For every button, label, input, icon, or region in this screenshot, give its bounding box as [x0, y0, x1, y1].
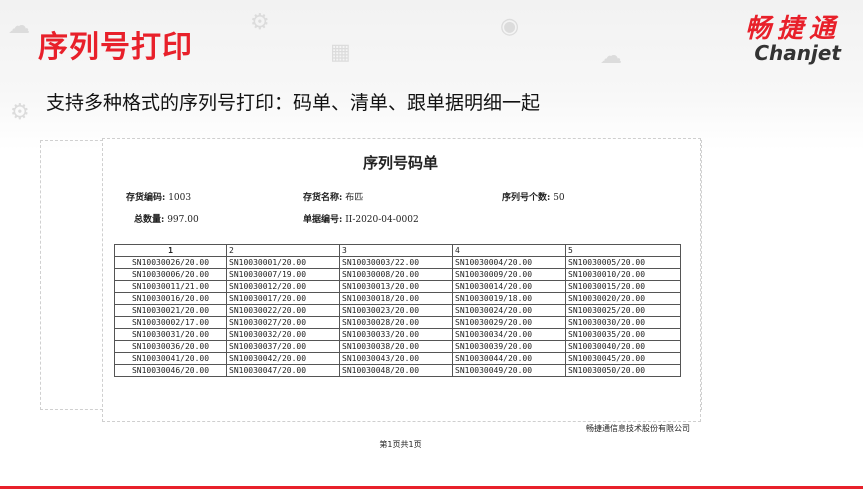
serial-cell: SN10030016/20.00 — [114, 292, 227, 305]
serial-cell: SN10030040/20.00 — [565, 340, 681, 353]
column-header: 2 — [226, 244, 340, 257]
serial-cell: SN10030022/20.00 — [226, 304, 340, 317]
serial-cell: SN10030044/20.00 — [452, 352, 566, 365]
column-header: 5 — [565, 244, 681, 257]
serial-cell: SN10030047/20.00 — [226, 364, 340, 377]
serial-count-value: 50 — [553, 193, 565, 203]
bottom-accent-line — [0, 486, 863, 489]
serial-cell: SN10030049/20.00 — [452, 364, 566, 377]
serial-cell: SN10030032/20.00 — [226, 328, 340, 341]
table-row: SN10030016/20.00 SN10030017/20.00 SN100300… — [114, 292, 681, 305]
logo-cn: 畅捷通 — [744, 14, 841, 44]
serial-cell: SN10030025/20.00 — [565, 304, 681, 317]
doc-no-label: 单据编号: — [303, 215, 343, 225]
serial-cell: SN10030030/20.00 — [565, 316, 681, 329]
cloud-icon: ☁ — [8, 14, 30, 39]
table-row: SN10030026/20.00 SN10030001/20.00 SN100300… — [114, 256, 681, 269]
serial-cell: SN10030008/20.00 — [339, 268, 453, 281]
serial-cell: SN10030004/20.00 — [452, 256, 566, 269]
table-row: SN10030002/17.00 SN10030027/20.00 SN100300… — [114, 316, 681, 329]
serial-cell: SN10030038/20.00 — [339, 340, 453, 353]
serial-cell: SN10030046/20.00 — [114, 364, 227, 377]
slide-subtitle: 支持多种格式的序列号打印：码单、清单、跟单据明细一起 — [46, 92, 541, 114]
table-header-row: 12345 — [114, 244, 681, 257]
table-row: SN10030006/20.00 SN10030007/19.00 SN100300… — [114, 268, 681, 281]
serial-cell: SN10030013/20.00 — [339, 280, 453, 293]
doc-no-value: II-2020-04-0002 — [345, 215, 419, 225]
table-row: SN10030011/21.00 SN10030012/20.00 SN100300… — [114, 280, 681, 293]
serial-cell: SN10030037/20.00 — [226, 340, 340, 353]
inventory-code-field: 存货编码: 1003 — [126, 190, 191, 203]
slide-title: 序列号打印 — [38, 30, 193, 65]
serial-cell: SN10030003/22.00 — [339, 256, 453, 269]
serial-cell: SN10030043/20.00 — [339, 352, 453, 365]
serial-number-table: 12345 SN10030026/20.00 SN10030001/20.00 SN… — [114, 244, 681, 377]
serial-cell: SN10030034/20.00 — [452, 328, 566, 341]
serial-cell: SN10030039/20.00 — [452, 340, 566, 353]
serial-cell: SN10030015/20.00 — [565, 280, 681, 293]
serial-cell: SN10030020/20.00 — [565, 292, 681, 305]
serial-cell: SN10030012/20.00 — [226, 280, 340, 293]
gear-icon: ⚙ — [250, 10, 270, 35]
column-header: 4 — [452, 244, 566, 257]
serial-cell: SN10030023/20.00 — [339, 304, 453, 317]
serial-count-field: 序列号个数: 50 — [502, 190, 565, 203]
total-qty-field: 总数量: 997.00 — [134, 212, 199, 225]
company-name: 畅捷通信息技术股份有限公司 — [586, 424, 690, 433]
table-row: SN10030046/20.00 SN10030047/20.00 SN100300… — [114, 364, 681, 377]
inventory-code-label: 存货编码: — [126, 193, 166, 203]
serial-cell: SN10030001/20.00 — [226, 256, 340, 269]
page-number: 第1页共1页 — [379, 440, 422, 449]
inventory-name-value: 布匹 — [345, 193, 364, 203]
inventory-code-value: 1003 — [168, 193, 192, 203]
inventory-name-label: 存货名称: — [303, 193, 343, 203]
serial-cell: SN10030042/20.00 — [226, 352, 340, 365]
serial-cell: SN10030002/17.00 — [114, 316, 227, 329]
serial-cell: SN10030028/20.00 — [339, 316, 453, 329]
serial-cell: SN10030011/21.00 — [114, 280, 227, 293]
serial-cell: SN10030017/20.00 — [226, 292, 340, 305]
serial-cell: SN10030050/20.00 — [565, 364, 681, 377]
serial-cell: SN10030026/20.00 — [114, 256, 227, 269]
cloud-icon: ☁ — [600, 44, 622, 69]
serial-cell: SN10030021/20.00 — [114, 304, 227, 317]
logo-en: Chanjet — [754, 41, 841, 65]
table-row: SN10030021/20.00 SN10030022/20.00 SN100300… — [114, 304, 681, 317]
inventory-name-field: 存货名称: 布匹 — [303, 190, 363, 203]
serial-cell: SN10030007/19.00 — [226, 268, 340, 281]
serial-cell: SN10030048/20.00 — [339, 364, 453, 377]
chart-icon: ▦ — [330, 40, 351, 65]
total-qty-value: 997.00 — [167, 215, 199, 225]
serial-cell: SN10030045/20.00 — [565, 352, 681, 365]
serial-cell: SN10030031/20.00 — [114, 328, 227, 341]
serial-cell: SN10030018/20.00 — [339, 292, 453, 305]
serial-cell: SN10030027/20.00 — [226, 316, 340, 329]
person-icon: ◉ — [500, 14, 520, 39]
column-header: 3 — [339, 244, 453, 257]
serial-cell: SN10030041/20.00 — [114, 352, 227, 365]
serial-cell: SN10030036/20.00 — [114, 340, 227, 353]
serial-cell: SN10030009/20.00 — [452, 268, 566, 281]
gear-icon: ⚙ — [10, 100, 30, 125]
table-row: SN10030036/20.00 SN10030037/20.00 SN100300… — [114, 340, 681, 353]
serial-cell: SN10030024/20.00 — [452, 304, 566, 317]
serial-cell: SN10030035/20.00 — [565, 328, 681, 341]
chanjet-logo: 畅捷通 Chanjet — [745, 8, 841, 65]
doc-no-field: 单据编号: II-2020-04-0002 — [303, 212, 419, 225]
table-row: SN10030041/20.00 SN10030042/20.00 SN100300… — [114, 352, 681, 365]
table-row: SN10030031/20.00 SN10030032/20.00 SN100300… — [114, 328, 681, 341]
serial-cell: SN10030005/20.00 — [565, 256, 681, 269]
serial-cell: SN10030033/20.00 — [339, 328, 453, 341]
serial-cell: SN10030006/20.00 — [114, 268, 227, 281]
total-qty-label: 总数量: — [134, 215, 165, 225]
serial-cell: SN10030029/20.00 — [452, 316, 566, 329]
serial-cell: SN10030014/20.00 — [452, 280, 566, 293]
serial-cell: SN10030019/18.00 — [452, 292, 566, 305]
document-title: 序列号码单 — [362, 154, 438, 172]
serial-cell: SN10030010/20.00 — [565, 268, 681, 281]
serial-count-label: 序列号个数: — [502, 193, 551, 203]
column-header: 1 — [114, 244, 227, 257]
